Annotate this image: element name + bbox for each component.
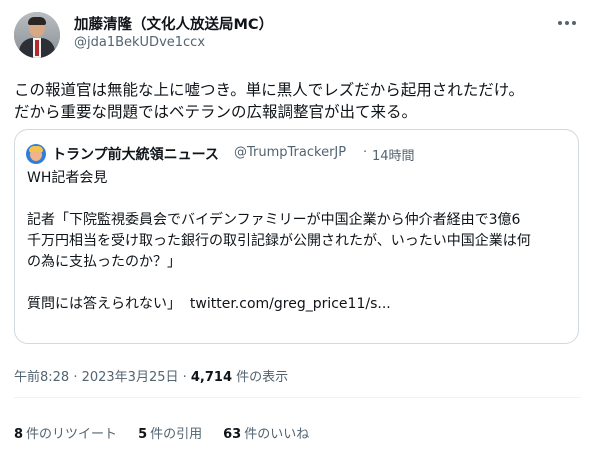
author-handle[interactable]: @jda1BekUDve1ccx [74,35,205,50]
quoted-line: 記者「下院監視委員会でバイデンファミリーが中国企業から仲介者経由で3億6 [27,212,521,228]
quoted-line-gap [27,189,572,210]
quoted-line: の為に支払ったのか？」 [27,254,181,270]
tweet-timestamp[interactable]: 午前8:28 · 2023年3月25日 · [14,370,191,385]
quoted-handle[interactable]: @TrumpTrackerJP [234,145,346,160]
quoted-line: 質問には答えられない」 twitter.com/greg_price11/s..… [27,294,572,315]
quoted-display-name[interactable]: トランプ前大統領ニュース [52,144,219,164]
tweet-line: だから重要な問題ではベテランの広報調整官が出て来る。 [14,103,418,121]
avatar-tie [35,40,39,56]
tweet-meta: 午前8:28 · 2023年3月25日 · 4,714 件の表示 [14,366,288,385]
views-count: 4,714 [190,370,233,385]
quoted-tweet[interactable]: トランプ前大統領ニュース @TrumpTrackerJP · 14時間 WH記者… [14,129,579,344]
views-label: 件の表示 [232,370,289,385]
likes-label: 件のいいね [244,427,310,442]
quoted-link[interactable]: twitter.com/greg_price11/s... [190,296,391,312]
quoted-avatar[interactable] [26,144,46,164]
more-options-button[interactable] [555,14,579,32]
quoted-line-text: 質問には答えられない」 [27,296,181,312]
more-dot-icon [558,21,562,25]
avatar-hair [28,17,46,25]
quoted-avatar-hair [29,146,43,152]
engagement-stats: 8 件のリツイート 5 件の引用 63 件のいいね [14,423,330,442]
retweets-stat[interactable]: 8 件のリツイート [14,423,117,442]
author-display-name[interactable]: 加藤清隆（文化人放送局MC） [74,13,273,34]
quoted-line: WH記者会見 [27,170,108,186]
quoted-time[interactable]: 14時間 [372,145,415,164]
quotes-label: 件の引用 [150,427,203,442]
avatar[interactable] [14,12,60,58]
quoted-line-gap [27,273,572,294]
quoted-text: WH記者会見 記者「下院監視委員会でバイデンファミリーが中国企業から仲介者経由で… [27,168,572,315]
more-dot-icon [572,21,576,25]
quoted-separator: · [363,145,368,160]
tweet-text: この報道官は無能な上に嘘つき。単に黒人でレズだから起用されただけ。 だから重要な… [14,79,586,123]
quoted-line: 千万円相当を受け取った銀行の取引記録が公開されたが、いったい中国企業は何 [27,233,531,249]
more-dot-icon [565,21,569,25]
likes-stat[interactable]: 63 件のいいね [223,423,309,442]
retweets-label: 件のリツイート [26,427,118,442]
retweets-count: 8 [14,427,24,442]
quotes-count: 5 [138,427,148,442]
tweet-line: この報道官は無能な上に嘘つき。単に黒人でレズだから起用されただけ。 [14,81,524,99]
quotes-stat[interactable]: 5 件の引用 [138,423,202,442]
divider [14,397,581,398]
likes-count: 63 [223,427,242,442]
